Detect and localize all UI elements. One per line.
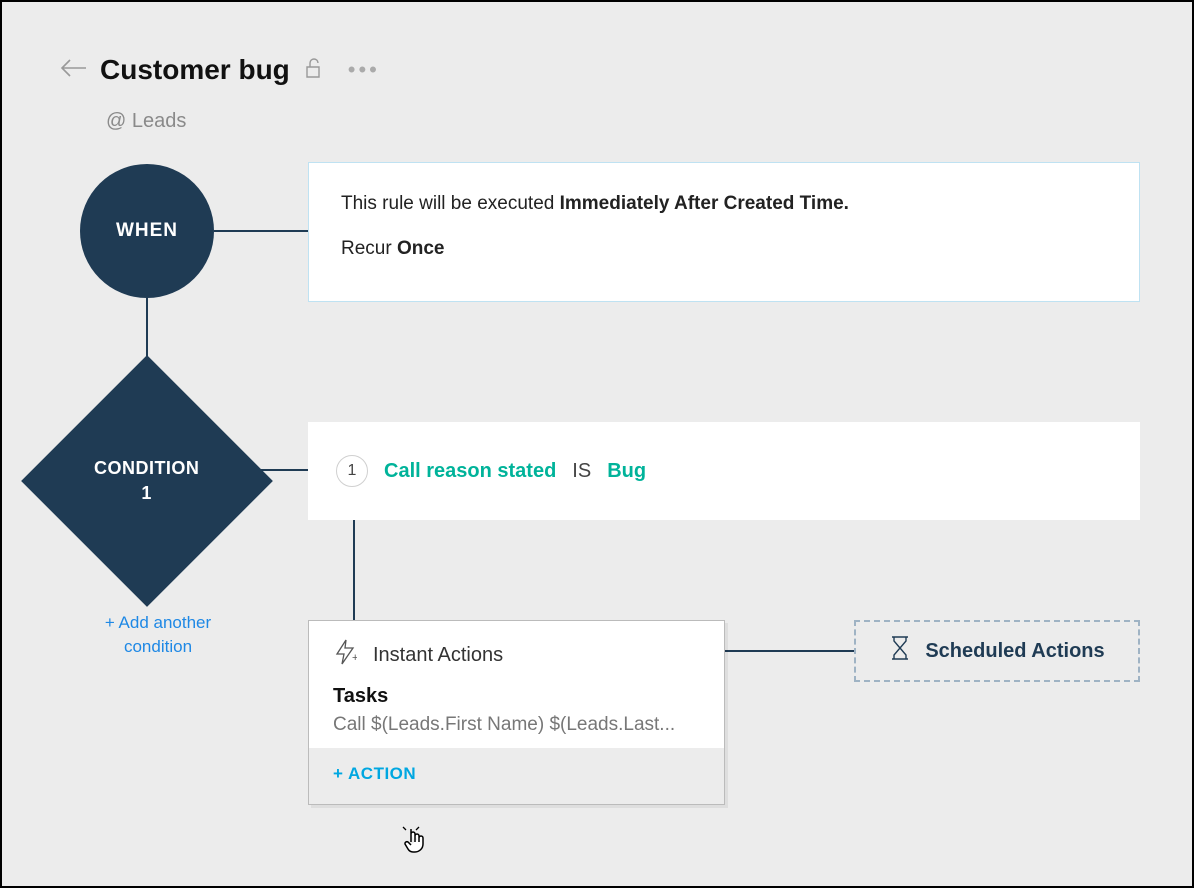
condition-card[interactable]: 1 Call reason stated IS Bug [308,422,1140,520]
condition-node-number: 1 [94,481,200,506]
condition-node[interactable]: CONDITION 1 [21,355,273,607]
condition-value: Bug [607,460,646,483]
workflow-context: @ Leads [106,110,186,133]
condition-index-badge: 1 [336,455,368,487]
add-action-button[interactable]: + ACTION [309,748,724,804]
scheduled-actions-label: Scheduled Actions [925,640,1104,663]
instant-actions-title: Instant Actions [373,644,503,667]
instant-actions-header: + Instant Actions [309,621,724,685]
when-card[interactable]: This rule will be executed Immediately A… [308,162,1140,302]
add-condition-button[interactable]: + Add another condition [88,611,228,659]
tasks-label: Tasks [333,685,700,708]
lock-icon [304,57,322,84]
workflow-title: Customer bug [100,54,290,86]
more-menu-icon[interactable]: ••• [348,57,380,83]
condition-node-label: CONDITION [94,456,200,481]
hourglass-icon [889,635,911,667]
svg-text:+: + [352,652,357,664]
when-rule-timing: Immediately After Created Time. [560,193,849,214]
cursor-pointer-icon [402,826,428,861]
connector-line [353,520,355,620]
when-recur-text: Recur Once [341,236,1107,263]
scheduled-actions-button[interactable]: Scheduled Actions [854,620,1140,682]
condition-operator: IS [572,460,591,483]
when-rule-prefix: This rule will be executed [341,193,560,214]
task-item[interactable]: Call $(Leads.First Name) $(Leads.Last... [333,714,700,736]
when-rule-text: This rule will be executed Immediately A… [341,191,1107,218]
when-node[interactable]: WHEN [80,164,214,298]
instant-actions-card: + Instant Actions Tasks Call $(Leads.Fir… [308,620,725,805]
condition-field: Call reason stated [384,460,556,483]
back-arrow-icon[interactable] [60,59,86,82]
workflow-header: Customer bug ••• [60,54,380,86]
lightning-icon: + [333,639,357,671]
connector-line [725,650,854,652]
connector-line [214,230,308,232]
when-recur-value: Once [397,238,445,259]
when-node-label: WHEN [116,220,178,242]
when-recur-prefix: Recur [341,238,397,259]
